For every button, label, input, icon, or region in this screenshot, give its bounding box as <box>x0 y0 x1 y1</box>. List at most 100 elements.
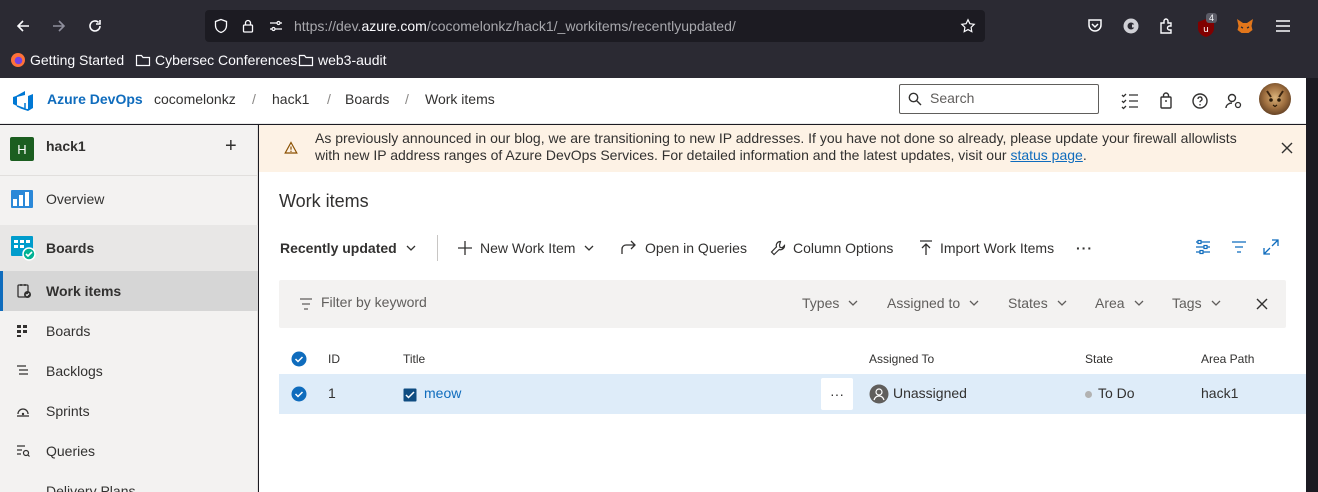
search-icon <box>908 92 922 106</box>
sidebar-item-backlogs[interactable]: Backlogs <box>0 351 258 391</box>
column-header-area-path[interactable]: Area Path <box>1201 352 1254 366</box>
url-text: https://dev.azure.com/cocomelonkz/hack1/… <box>294 18 736 34</box>
sidebar-item-boards-hub[interactable]: Boards <box>0 225 258 271</box>
queries-icon <box>17 445 30 457</box>
star-icon[interactable] <box>960 18 976 34</box>
add-button[interactable]: + <box>225 135 237 158</box>
ado-header: Azure DevOps cocomelonkz / hack1 / Board… <box>0 78 1306 124</box>
shield-icon[interactable] <box>213 18 229 34</box>
sidebar-item-work-items[interactable]: Work items <box>0 271 258 311</box>
row-area-path: hack1 <box>1201 385 1239 401</box>
search-box[interactable] <box>899 84 1099 114</box>
project-header[interactable]: H hack1 + <box>0 125 258 169</box>
new-work-item-button[interactable]: New Work Item <box>457 238 595 258</box>
overview-icon <box>11 190 33 208</box>
column-header-title[interactable]: Title <box>403 352 425 366</box>
reload-button[interactable] <box>81 12 109 40</box>
lock-icon[interactable] <box>240 18 256 34</box>
breadcrumb-org[interactable]: cocomelonkz <box>154 91 236 107</box>
chevron-down-icon <box>848 300 858 306</box>
page-title: Work items <box>279 191 369 211</box>
column-header-id[interactable]: ID <box>328 352 340 366</box>
folder-icon <box>135 54 151 67</box>
fullscreen-icon[interactable] <box>1263 239 1279 255</box>
chevron-down-icon <box>1211 300 1221 306</box>
filter-types-dropdown[interactable]: Types <box>802 295 859 311</box>
extension-badge: 4 <box>1206 13 1218 23</box>
forward-button[interactable] <box>45 12 73 40</box>
background-terminal-edge <box>1306 0 1318 492</box>
view-options-icon[interactable] <box>1195 239 1211 255</box>
chevron-down-icon <box>584 245 594 251</box>
clear-filter-close-icon[interactable] <box>1255 297 1269 311</box>
wrench-icon <box>770 240 786 256</box>
unassigned-avatar-icon <box>869 384 889 404</box>
filter-keyword-input[interactable] <box>321 294 621 310</box>
browser-toolbar: https://dev.azure.com/cocomelonkz/hack1/… <box>0 0 1306 78</box>
sidebar-item-boards[interactable]: Boards <box>0 311 258 351</box>
brand-link[interactable]: Azure DevOps <box>47 91 143 107</box>
bookmark-web3-audit[interactable]: web3-audit <box>298 50 387 70</box>
permissions-icon[interactable] <box>268 18 284 34</box>
breadcrumb-page[interactable]: Work items <box>425 91 495 107</box>
row-assigned-to: Unassigned <box>893 385 967 401</box>
sidebar-item-delivery-plans[interactable]: Delivery Plans <box>0 471 258 492</box>
import-work-items-button[interactable]: Import Work Items <box>919 238 1054 258</box>
help-icon[interactable] <box>1190 91 1210 111</box>
row-more-button[interactable]: ··· <box>821 378 853 410</box>
filter-assigned-to-dropdown[interactable]: Assigned to <box>887 295 980 311</box>
firefox-icon <box>11 53 25 67</box>
table-row[interactable]: 1 meow ··· Unassigned To Do hack1 <box>279 374 1306 414</box>
metamask-fox-icon[interactable] <box>1235 16 1255 36</box>
bookmark-cybersec-conferences[interactable]: Cybersec Conferences <box>135 50 297 70</box>
row-state: To Do <box>1098 385 1135 401</box>
back-button[interactable] <box>9 12 37 40</box>
user-settings-icon[interactable] <box>1224 91 1244 111</box>
breadcrumb-section[interactable]: Boards <box>345 91 389 107</box>
toolbar-divider <box>437 235 438 261</box>
filter-icon[interactable] <box>1231 239 1247 255</box>
sidebar-item-sprints[interactable]: Sprints <box>0 391 258 431</box>
more-actions-button[interactable]: ··· <box>1076 238 1093 258</box>
project-name: hack1 <box>46 138 86 154</box>
row-title-link[interactable]: meow <box>424 385 461 401</box>
select-all-checkbox[interactable] <box>291 351 307 367</box>
sidebar-item-overview[interactable]: Overview <box>0 179 258 219</box>
chevron-down-icon <box>969 300 979 306</box>
state-dot <box>1085 391 1092 398</box>
column-options-button[interactable]: Column Options <box>770 238 893 258</box>
filter-states-dropdown[interactable]: States <box>1008 295 1068 311</box>
breadcrumb-project[interactable]: hack1 <box>272 91 309 107</box>
extensions-puzzle-icon[interactable] <box>1157 16 1177 36</box>
search-input[interactable] <box>930 90 1090 106</box>
ublock-extension[interactable]: u 4 <box>1195 13 1219 37</box>
plus-icon <box>458 241 472 255</box>
active-indicator <box>0 271 3 311</box>
open-in-queries-button[interactable]: Open in Queries <box>620 238 747 258</box>
pocket-icon[interactable] <box>1085 16 1105 36</box>
boards-icon <box>17 325 27 337</box>
bookmark-getting-started[interactable]: Getting Started <box>10 50 124 70</box>
sidebar-item-queries[interactable]: Queries <box>0 431 258 471</box>
view-selector[interactable]: Recently updated <box>280 238 417 258</box>
url-bar[interactable]: https://dev.azure.com/cocomelonkz/hack1/… <box>205 10 985 42</box>
extension-c-icon[interactable] <box>1121 16 1141 36</box>
grid-header: ID Title Assigned To State Area Path <box>279 340 1306 374</box>
row-checkbox[interactable] <box>291 386 307 402</box>
filter-icon <box>300 298 312 310</box>
project-avatar: H <box>10 137 34 161</box>
hamburger-menu-icon[interactable] <box>1273 16 1293 36</box>
column-header-assigned-to[interactable]: Assigned To <box>869 352 934 366</box>
arrow-right-icon <box>53 20 66 32</box>
close-icon[interactable] <box>1280 141 1294 155</box>
column-header-state[interactable]: State <box>1085 352 1113 366</box>
status-page-link[interactable]: status page <box>1010 147 1082 163</box>
work-items-icon <box>17 284 31 298</box>
filter-area-dropdown[interactable]: Area <box>1095 295 1145 311</box>
azure-devops-logo-icon[interactable] <box>11 89 35 113</box>
arrow-left-icon <box>16 20 29 32</box>
shopping-bag-icon[interactable] <box>1156 91 1176 111</box>
user-avatar[interactable] <box>1259 83 1291 115</box>
filter-tags-dropdown[interactable]: Tags <box>1172 295 1222 311</box>
task-list-icon[interactable] <box>1120 91 1140 111</box>
